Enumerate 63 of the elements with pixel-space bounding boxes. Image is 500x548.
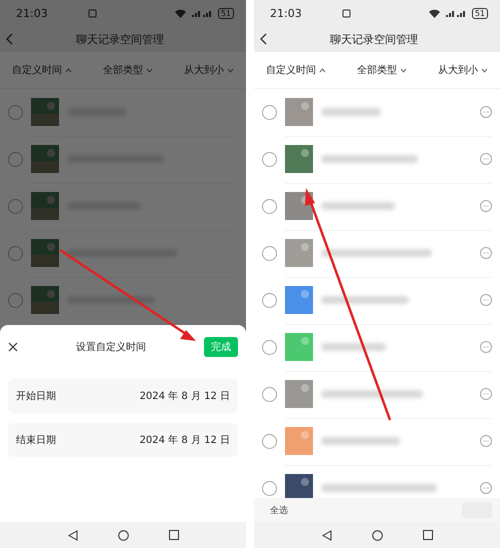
battery-level: 51 — [472, 8, 488, 18]
page-title: 聊天记录空间管理 — [75, 32, 165, 46]
more-icon[interactable] — [480, 200, 492, 212]
caret-icon — [146, 68, 153, 72]
home-icon[interactable] — [372, 530, 382, 540]
wifi-icon — [174, 8, 186, 18]
select-radio[interactable] — [262, 246, 277, 261]
back-icon[interactable] — [322, 530, 332, 540]
field-value: 2024 年 8 月 12 日 — [140, 434, 230, 447]
select-radio[interactable] — [262, 387, 277, 402]
select-radio[interactable] — [262, 293, 277, 308]
filter-dropdown[interactable]: 全部类型 — [99, 63, 157, 77]
more-icon[interactable] — [480, 341, 492, 353]
more-icon[interactable] — [480, 482, 492, 494]
battery-level: 51 — [218, 8, 234, 18]
more-icon[interactable] — [480, 388, 492, 400]
home-icon[interactable] — [118, 530, 128, 540]
select-radio[interactable] — [262, 434, 277, 449]
back-icon[interactable] — [68, 530, 78, 540]
select-radio[interactable] — [8, 105, 23, 120]
field-label: 结束日期 — [16, 434, 56, 447]
more-icon[interactable] — [480, 435, 492, 447]
select-radio[interactable] — [8, 293, 23, 308]
status-time: 21:03 — [16, 6, 49, 20]
caret-icon — [227, 68, 234, 72]
signal-icon — [192, 9, 212, 17]
more-icon[interactable] — [480, 153, 492, 165]
date-field[interactable]: 结束日期 2024 年 8 月 12 日 — [8, 423, 238, 457]
date-field[interactable]: 开始日期 2024 年 8 月 12 日 — [8, 379, 238, 413]
select-radio[interactable] — [8, 199, 23, 214]
select-radio[interactable] — [262, 199, 277, 214]
filter-dropdown[interactable]: 自定义时间 — [262, 63, 330, 77]
caret-icon — [319, 68, 326, 72]
caret-icon — [481, 68, 488, 72]
field-value: 2024 年 8 月 12 日 — [140, 390, 230, 403]
more-icon[interactable] — [480, 294, 492, 306]
sheet-title: 设置自定义时间 — [75, 340, 147, 354]
recents-icon[interactable] — [422, 530, 432, 540]
filter-dropdown[interactable]: 全部类型 — [353, 63, 411, 77]
wifi-icon — [428, 8, 440, 18]
select-radio[interactable] — [262, 340, 277, 355]
close-icon[interactable] — [8, 342, 18, 352]
select-radio[interactable] — [262, 152, 277, 167]
more-icon[interactable] — [480, 106, 492, 118]
select-radio[interactable] — [262, 481, 277, 496]
blurred-text — [321, 108, 381, 116]
caret-icon — [65, 68, 72, 72]
select-radio[interactable] — [8, 152, 23, 167]
status-time: 21:03 — [270, 6, 303, 20]
caret-icon — [400, 68, 407, 72]
signal-icon — [446, 9, 466, 17]
more-icon[interactable] — [480, 247, 492, 259]
field-label: 开始日期 — [16, 390, 56, 403]
recents-icon[interactable] — [168, 530, 178, 540]
page-title: 聊天记录空间管理 — [329, 32, 419, 46]
select-all-link[interactable]: 全选 — [270, 504, 288, 516]
filter-dropdown[interactable]: 自定义时间 — [8, 63, 76, 77]
blurred-text — [321, 343, 386, 351]
select-radio[interactable] — [262, 105, 277, 120]
select-radio[interactable] — [8, 246, 23, 261]
filter-dropdown[interactable]: 从大到小 — [180, 63, 238, 77]
filter-dropdown[interactable]: 从大到小 — [434, 63, 492, 77]
back-icon[interactable] — [260, 33, 268, 45]
